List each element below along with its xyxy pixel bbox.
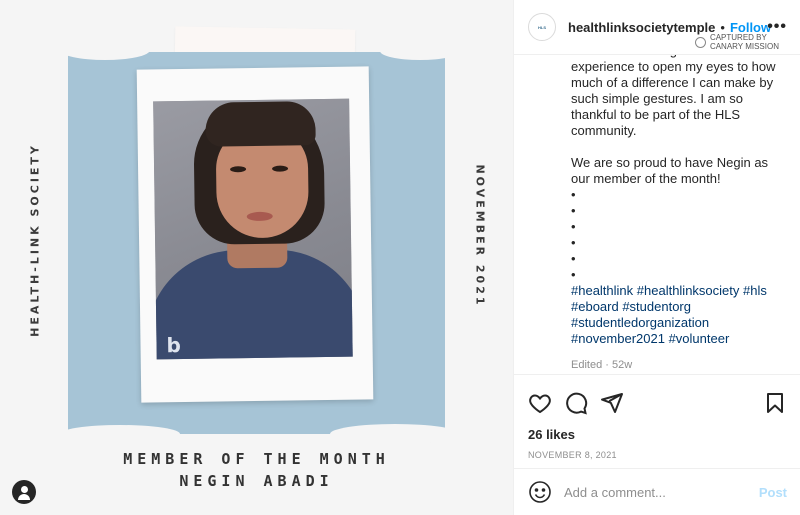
caption-hashtags[interactable]: #healthlink #healthlinksociety #hls #ebo… bbox=[571, 283, 787, 347]
member-of-month-title: MEMBER OF THE MONTH bbox=[123, 450, 390, 468]
brush-stroke bbox=[380, 42, 460, 60]
profile-avatar[interactable]: HLS bbox=[528, 13, 556, 41]
edited-timestamp: Edited · 52w bbox=[571, 359, 633, 371]
caption-scroll-area[interactable]: others. This club gave me this experienc… bbox=[514, 55, 800, 375]
member-name: NEGIN ABADI bbox=[179, 472, 334, 490]
caption-bullet: • bbox=[571, 235, 576, 250]
watermark-line2: CANARY MISSION bbox=[709, 42, 779, 51]
bookmark-icon[interactable] bbox=[763, 391, 787, 415]
post-image[interactable]: HEALTH-LINK SOCIETY NOVEMBER 2021 b MEMB… bbox=[0, 0, 513, 515]
watermark-line1: CAPTURED BY bbox=[709, 33, 767, 42]
post-header: HLS healthlinksocietytemple • Follow •••… bbox=[514, 0, 800, 55]
caption-paragraph-1: others. This club gave me this experienc… bbox=[571, 55, 776, 138]
polaroid-frame: b bbox=[136, 66, 374, 403]
heart-icon[interactable] bbox=[528, 391, 552, 415]
caption-paragraph-2: We are so proud to have Negin as our mem… bbox=[571, 155, 769, 186]
post-date: NOVEMBER 8, 2021 bbox=[528, 450, 617, 460]
comment-input[interactable] bbox=[564, 484, 759, 500]
caption-bullet: • bbox=[571, 187, 576, 202]
comment-bar: Post bbox=[514, 468, 800, 515]
post-sidebar: HLS healthlinksocietytemple • Follow •••… bbox=[513, 0, 800, 515]
share-icon[interactable] bbox=[600, 391, 624, 415]
brush-stroke bbox=[330, 424, 460, 444]
member-photo: b bbox=[153, 98, 353, 360]
brush-stroke bbox=[60, 40, 150, 60]
username-link[interactable]: healthlinksocietytemple bbox=[568, 20, 715, 35]
tagged-user-icon[interactable] bbox=[12, 480, 36, 504]
caption-bullet: • bbox=[571, 267, 576, 282]
caption-bullet: • bbox=[571, 203, 576, 218]
caption-bullet: • bbox=[571, 251, 576, 266]
emoji-icon[interactable] bbox=[528, 480, 552, 504]
comment-icon[interactable] bbox=[564, 391, 588, 415]
watermark-icon bbox=[694, 36, 706, 48]
brush-stroke bbox=[60, 425, 180, 443]
likes-count[interactable]: 26 likes bbox=[528, 427, 787, 442]
action-bar: 26 likes NOVEMBER 8, 2021 bbox=[514, 374, 800, 460]
post-comment-button[interactable]: Post bbox=[759, 485, 787, 500]
side-label-society: HEALTH-LINK SOCIETY bbox=[28, 143, 42, 337]
canary-mission-watermark: CAPTURED BY CANARY MISSION bbox=[694, 33, 779, 51]
caption-bullet: • bbox=[571, 219, 576, 234]
side-label-date: NOVEMBER 2021 bbox=[473, 164, 487, 308]
